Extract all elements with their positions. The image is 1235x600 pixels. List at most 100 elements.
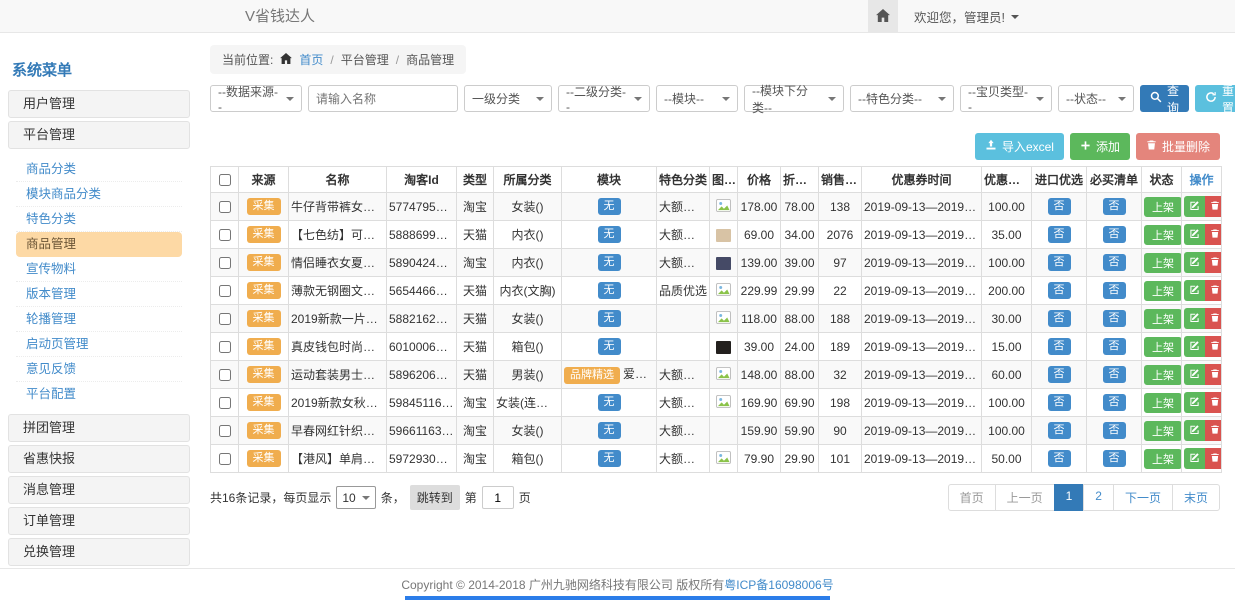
must-buy-toggle[interactable]: 否: [1103, 338, 1126, 355]
sidebar-group[interactable]: 平台管理: [8, 121, 190, 149]
edit-button[interactable]: [1184, 196, 1205, 217]
jump-button[interactable]: 跳转到: [410, 485, 460, 510]
sidebar-group[interactable]: 兑换管理: [8, 538, 190, 566]
sidebar-item[interactable]: 意见反馈: [16, 357, 182, 382]
pager-link[interactable]: 2: [1083, 484, 1114, 511]
status-button[interactable]: 上架: [1144, 225, 1182, 245]
must-buy-toggle[interactable]: 否: [1103, 422, 1126, 439]
row-checkbox[interactable]: [219, 369, 231, 381]
row-checkbox[interactable]: [219, 453, 231, 465]
pager-link[interactable]: 末页: [1172, 484, 1220, 511]
delete-button[interactable]: [1205, 448, 1222, 469]
status-button[interactable]: 上架: [1144, 253, 1182, 273]
row-checkbox[interactable]: [219, 229, 231, 241]
status-button[interactable]: 上架: [1144, 449, 1182, 469]
import-select-toggle[interactable]: 否: [1048, 226, 1071, 243]
sidebar-group[interactable]: 订单管理: [8, 507, 190, 535]
import-select-toggle[interactable]: 否: [1048, 254, 1071, 271]
must-buy-toggle[interactable]: 否: [1103, 254, 1126, 271]
row-checkbox[interactable]: [219, 257, 231, 269]
import-select-toggle[interactable]: 否: [1048, 198, 1071, 215]
delete-button[interactable]: [1205, 252, 1222, 273]
name-search-input[interactable]: [308, 85, 458, 112]
sidebar-group[interactable]: 拼团管理: [8, 414, 190, 442]
reset-button[interactable]: 重置: [1195, 85, 1235, 112]
edit-button[interactable]: [1184, 336, 1205, 357]
add-button[interactable]: 添加: [1070, 133, 1130, 160]
import-select-toggle[interactable]: 否: [1048, 394, 1071, 411]
must-buy-toggle[interactable]: 否: [1103, 310, 1126, 327]
sidebar-item[interactable]: 商品分类: [16, 157, 182, 182]
delete-button[interactable]: [1205, 364, 1222, 385]
edit-button[interactable]: [1184, 420, 1205, 441]
must-buy-toggle[interactable]: 否: [1103, 366, 1126, 383]
sidebar-group[interactable]: 省惠快报: [8, 445, 190, 473]
status-button[interactable]: 上架: [1144, 281, 1182, 301]
filter-select[interactable]: --特色分类--: [850, 85, 954, 112]
edit-button[interactable]: [1184, 252, 1205, 273]
must-buy-toggle[interactable]: 否: [1103, 282, 1126, 299]
import-select-toggle[interactable]: 否: [1048, 450, 1071, 467]
edit-button[interactable]: [1184, 308, 1205, 329]
sidebar-item[interactable]: 特色分类: [16, 207, 182, 232]
delete-button[interactable]: [1205, 308, 1222, 329]
row-checkbox[interactable]: [219, 425, 231, 437]
pager-link[interactable]: 首页: [948, 484, 996, 511]
delete-button[interactable]: [1205, 336, 1222, 357]
pager-link[interactable]: 1: [1054, 484, 1085, 511]
status-button[interactable]: 上架: [1144, 365, 1182, 385]
home-button[interactable]: [868, 0, 898, 33]
must-buy-toggle[interactable]: 否: [1103, 226, 1126, 243]
import-select-toggle[interactable]: 否: [1048, 366, 1071, 383]
edit-button[interactable]: [1184, 448, 1205, 469]
row-checkbox[interactable]: [219, 313, 231, 325]
edit-button[interactable]: [1184, 224, 1205, 245]
filter-select[interactable]: --宝贝类型--: [960, 85, 1052, 112]
status-button[interactable]: 上架: [1144, 337, 1182, 357]
import-select-toggle[interactable]: 否: [1048, 422, 1071, 439]
user-menu[interactable]: 欢迎您，管理员!: [914, 7, 1019, 26]
sidebar-group[interactable]: 用户管理: [8, 90, 190, 118]
select-all-checkbox[interactable]: [219, 174, 231, 186]
sidebar-item[interactable]: 版本管理: [16, 282, 182, 307]
delete-button[interactable]: [1205, 280, 1222, 301]
search-button[interactable]: 查询: [1140, 85, 1189, 112]
must-buy-toggle[interactable]: 否: [1103, 198, 1126, 215]
import-select-toggle[interactable]: 否: [1048, 282, 1071, 299]
batch-delete-button[interactable]: 批量删除: [1136, 133, 1220, 160]
must-buy-toggle[interactable]: 否: [1103, 450, 1126, 467]
per-page-select[interactable]: 10: [336, 486, 375, 509]
status-button[interactable]: 上架: [1144, 393, 1182, 413]
filter-select[interactable]: --数据来源--: [210, 85, 302, 112]
row-checkbox[interactable]: [219, 285, 231, 297]
import-excel-button[interactable]: 导入excel: [975, 133, 1064, 160]
status-button[interactable]: 上架: [1144, 309, 1182, 329]
breadcrumb-home-link[interactable]: 首页: [299, 51, 323, 68]
filter-select[interactable]: 一级分类: [464, 85, 552, 112]
edit-button[interactable]: [1184, 280, 1205, 301]
pager-link[interactable]: 上一页: [995, 484, 1055, 511]
row-checkbox[interactable]: [219, 341, 231, 353]
delete-button[interactable]: [1205, 196, 1222, 217]
delete-button[interactable]: [1205, 224, 1222, 245]
must-buy-toggle[interactable]: 否: [1103, 394, 1126, 411]
sidebar-item[interactable]: 宣传物料: [16, 257, 182, 282]
sidebar-item[interactable]: 平台配置: [16, 382, 182, 406]
filter-select[interactable]: --二级分类--: [558, 85, 650, 112]
sidebar-item[interactable]: 商品管理: [16, 232, 182, 257]
sidebar-item[interactable]: 模块商品分类: [16, 182, 182, 207]
import-select-toggle[interactable]: 否: [1048, 310, 1071, 327]
filter-select[interactable]: --模块--: [656, 85, 738, 112]
sidebar-group[interactable]: 消息管理: [8, 476, 190, 504]
edit-button[interactable]: [1184, 392, 1205, 413]
import-select-toggle[interactable]: 否: [1048, 338, 1071, 355]
filter-select[interactable]: --状态--: [1058, 85, 1134, 112]
status-button[interactable]: 上架: [1144, 421, 1182, 441]
pager-link[interactable]: 下一页: [1113, 484, 1173, 511]
status-button[interactable]: 上架: [1144, 197, 1182, 217]
page-number-input[interactable]: [482, 486, 514, 509]
delete-button[interactable]: [1205, 392, 1222, 413]
sidebar-item[interactable]: 启动页管理: [16, 332, 182, 357]
icp-link[interactable]: 粤ICP备16098006号: [724, 576, 833, 593]
sidebar-item[interactable]: 轮播管理: [16, 307, 182, 332]
